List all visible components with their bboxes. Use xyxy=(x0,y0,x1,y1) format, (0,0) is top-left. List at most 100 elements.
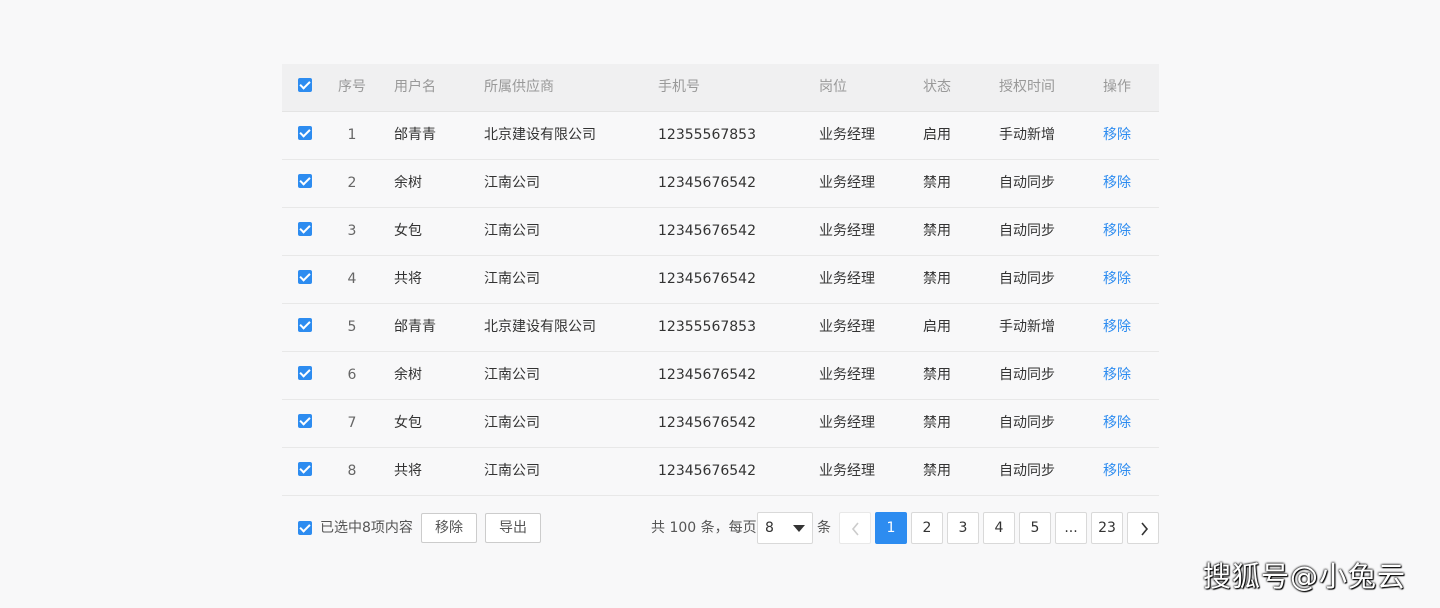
checkbox-checked-icon xyxy=(298,222,312,236)
header-phone: 手机号 xyxy=(658,79,700,95)
cell-phone: 12345676542 xyxy=(658,223,756,239)
cell-role: 业务经理 xyxy=(819,271,875,287)
remove-link[interactable]: 移除 xyxy=(1103,208,1131,255)
cell-role: 业务经理 xyxy=(819,415,875,431)
export-button[interactable]: 导出 xyxy=(485,513,541,543)
cell-role: 业务经理 xyxy=(819,367,875,383)
cell-username: 邰青青 xyxy=(394,319,436,335)
remove-link[interactable]: 移除 xyxy=(1103,352,1131,399)
cell-username: 共将 xyxy=(394,463,422,479)
page-size-value: 8 xyxy=(765,520,774,536)
batch-remove-button[interactable]: 移除 xyxy=(421,513,477,543)
page-size-select[interactable]: 8 xyxy=(757,512,813,544)
page-button[interactable]: 4 xyxy=(983,512,1015,544)
table-row: 8 共将 江南公司 12345676542 业务经理 禁用 自动同步 移除 xyxy=(282,448,1159,496)
table-row: 4 共将 江南公司 12345676542 业务经理 禁用 自动同步 移除 xyxy=(282,256,1159,304)
remove-link[interactable]: 移除 xyxy=(1103,304,1131,351)
checkbox-checked-icon xyxy=(298,78,312,92)
select-all-checkbox[interactable] xyxy=(298,64,312,111)
selected-count-text: 已选中8项内容 xyxy=(320,520,413,536)
next-page-button[interactable] xyxy=(1127,512,1159,544)
pager-ellipsis[interactable]: ... xyxy=(1055,512,1087,544)
prev-page-button[interactable] xyxy=(839,512,871,544)
remove-link[interactable]: 移除 xyxy=(1103,112,1131,159)
row-checkbox[interactable] xyxy=(298,304,312,351)
page-size-unit: 条 xyxy=(817,520,831,536)
page-button[interactable]: 1 xyxy=(875,512,907,544)
row-checkbox[interactable] xyxy=(298,448,312,495)
cell-phone: 12355567853 xyxy=(658,319,756,335)
user-table: 序号 用户名 所属供应商 手机号 岗位 状态 授权时间 操作 1 邰青青 北京建设有… xyxy=(282,64,1159,496)
remove-link[interactable]: 移除 xyxy=(1103,448,1131,495)
checkbox-checked-icon xyxy=(298,318,312,332)
cell-status: 禁用 xyxy=(923,271,951,287)
row-checkbox[interactable] xyxy=(298,256,312,303)
cell-phone: 12345676542 xyxy=(658,367,756,383)
cell-supplier: 江南公司 xyxy=(484,271,540,287)
selected-checkbox[interactable] xyxy=(298,521,312,535)
checkbox-checked-icon xyxy=(298,126,312,140)
page-button[interactable]: 3 xyxy=(947,512,979,544)
cell-username: 女包 xyxy=(394,223,422,239)
header-status: 状态 xyxy=(923,79,951,95)
cell-status: 启用 xyxy=(923,127,951,143)
cell-phone: 12345676542 xyxy=(658,415,756,431)
header-index: 序号 xyxy=(338,79,366,95)
page-button[interactable]: 5 xyxy=(1019,512,1051,544)
cell-index: 4 xyxy=(347,271,357,287)
cell-auth-time: 自动同步 xyxy=(999,415,1055,431)
row-checkbox[interactable] xyxy=(298,208,312,255)
checkbox-checked-icon xyxy=(298,174,312,188)
cell-phone: 12345676542 xyxy=(658,175,756,191)
cell-auth-time: 自动同步 xyxy=(999,271,1055,287)
row-checkbox[interactable] xyxy=(298,352,312,399)
cell-role: 业务经理 xyxy=(819,175,875,191)
cell-auth-time: 手动新增 xyxy=(999,127,1055,143)
page-button[interactable]: 23 xyxy=(1091,512,1123,544)
row-checkbox[interactable] xyxy=(298,112,312,159)
cell-username: 共将 xyxy=(394,271,422,287)
cell-index: 7 xyxy=(347,415,357,431)
table-row: 3 女包 江南公司 12345676542 业务经理 禁用 自动同步 移除 xyxy=(282,208,1159,256)
cell-index: 6 xyxy=(347,367,357,383)
cell-status: 禁用 xyxy=(923,367,951,383)
cell-phone: 12345676542 xyxy=(658,271,756,287)
cell-supplier: 江南公司 xyxy=(484,463,540,479)
cell-role: 业务经理 xyxy=(819,463,875,479)
cell-index: 1 xyxy=(347,127,357,143)
cell-role: 业务经理 xyxy=(819,127,875,143)
cell-supplier: 江南公司 xyxy=(484,367,540,383)
table-body: 1 邰青青 北京建设有限公司 12355567853 业务经理 启用 手动新增 移除 2 余树 江南… xyxy=(282,112,1159,496)
cell-index: 5 xyxy=(347,319,357,335)
row-checkbox[interactable] xyxy=(298,160,312,207)
caret-down-icon xyxy=(793,525,805,532)
cell-username: 余树 xyxy=(394,367,422,383)
remove-link[interactable]: 移除 xyxy=(1103,400,1131,447)
remove-link[interactable]: 移除 xyxy=(1103,160,1131,207)
page-button[interactable]: 2 xyxy=(911,512,943,544)
table-header-row: 序号 用户名 所属供应商 手机号 岗位 状态 授权时间 操作 xyxy=(282,64,1159,112)
cell-supplier: 江南公司 xyxy=(484,415,540,431)
checkbox-checked-icon xyxy=(298,414,312,428)
table-row: 1 邰青青 北京建设有限公司 12355567853 业务经理 启用 手动新增 移除 xyxy=(282,112,1159,160)
total-count-text: 共 100 条，每页 xyxy=(651,520,757,536)
cell-auth-time: 自动同步 xyxy=(999,223,1055,239)
cell-auth-time: 自动同步 xyxy=(999,175,1055,191)
cell-phone: 12355567853 xyxy=(658,127,756,143)
remove-link[interactable]: 移除 xyxy=(1103,256,1131,303)
cell-phone: 12345676542 xyxy=(658,463,756,479)
cell-supplier: 江南公司 xyxy=(484,223,540,239)
header-operation: 操作 xyxy=(1103,79,1131,95)
watermark-text: 搜狐号@小兔云 xyxy=(1202,560,1406,593)
table-row: 5 邰青青 北京建设有限公司 12355567853 业务经理 启用 手动新增 移除 xyxy=(282,304,1159,352)
checkbox-checked-icon xyxy=(298,270,312,284)
cell-role: 业务经理 xyxy=(819,223,875,239)
header-role: 岗位 xyxy=(819,79,847,95)
cell-index: 3 xyxy=(347,223,357,239)
cell-status: 禁用 xyxy=(923,223,951,239)
cell-username: 女包 xyxy=(394,415,422,431)
row-checkbox[interactable] xyxy=(298,400,312,447)
cell-supplier: 北京建设有限公司 xyxy=(484,127,596,143)
cell-index: 8 xyxy=(347,463,357,479)
cell-status: 启用 xyxy=(923,319,951,335)
